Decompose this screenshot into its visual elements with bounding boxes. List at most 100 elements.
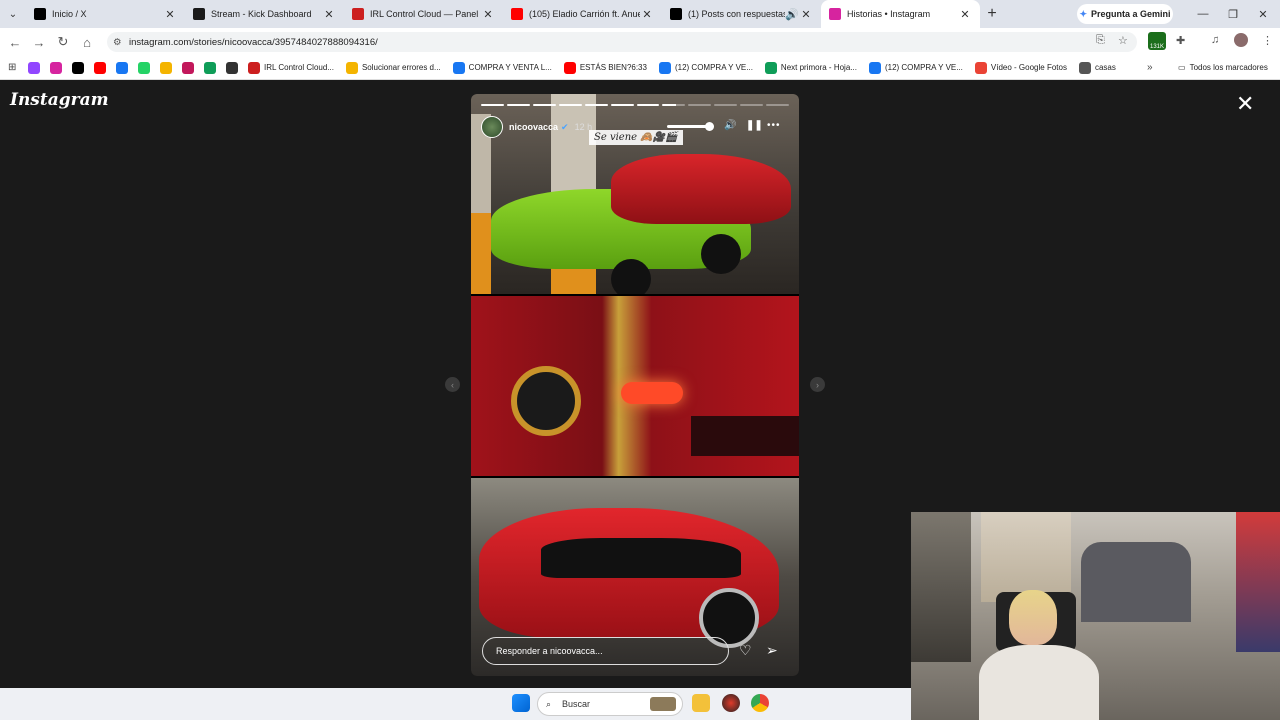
instagram-logo[interactable]: Instagram (10, 90, 109, 110)
bookmark-item[interactable] (110, 61, 132, 74)
story-card[interactable]: nicoovacca ✔ 12 h 🔊 ❚❚ ••• Se viene 🙈🎥🎬 … (471, 94, 799, 676)
close-tab-icon[interactable]: ✕ (640, 8, 654, 21)
reply-input[interactable]: Responder a nicoovacca... (482, 637, 729, 665)
profile-avatar[interactable] (1234, 33, 1248, 47)
browser-tab[interactable]: Stream - Kick Dashboard ✕ (185, 0, 344, 28)
bookmark-item[interactable] (198, 61, 220, 74)
gemini-label: Pregunta a Gemini (1091, 9, 1171, 19)
close-tab-icon[interactable]: ✕ (322, 8, 336, 21)
search-highlight-icon (650, 697, 676, 711)
restore-icon[interactable]: ❐ (1218, 0, 1248, 28)
install-app-icon[interactable]: ⎘ (1096, 34, 1105, 47)
bookmark-favicon-icon (94, 61, 106, 74)
bookmark-item[interactable] (132, 61, 154, 74)
browser-tab[interactable]: Historias • Instagram ✕ (821, 0, 980, 28)
story-author-avatar[interactable] (481, 116, 503, 138)
previous-story-icon[interactable]: ‹ (445, 377, 460, 392)
bookmark-favicon-icon (658, 61, 671, 74)
more-options-icon[interactable]: ••• (767, 120, 781, 131)
media-controls-icon[interactable]: ♫ (1211, 34, 1219, 46)
app-icon[interactable] (722, 694, 740, 712)
progress-segment (766, 104, 790, 106)
reload-icon[interactable]: ↻ (51, 34, 75, 50)
bookmark-item[interactable] (154, 61, 176, 74)
bookmark-item[interactable] (44, 61, 66, 74)
browser-tab[interactable]: (105) Eladio Carrión ft. Anuel A✕ (503, 0, 662, 28)
all-bookmarks-folder[interactable]: ▭ Todos los marcadores (1178, 63, 1268, 72)
close-story-icon[interactable]: ✕ (1236, 93, 1254, 115)
volume-slider[interactable] (667, 125, 707, 128)
site-info-icon[interactable]: ⚙ (113, 37, 122, 48)
story-progress-bar (481, 104, 790, 106)
browser-menu-icon[interactable]: ⋮ (1262, 34, 1273, 47)
tab-title: Historias • Instagram (847, 9, 931, 19)
tab-search-chevron-icon[interactable]: ⌄ (0, 0, 26, 28)
story-author-name[interactable]: nicoovacca (509, 122, 558, 132)
red-car (611, 154, 791, 224)
bookmark-item[interactable]: (12) COMPRA Y VE... (653, 61, 753, 74)
pause-icon[interactable]: ❚❚ (746, 120, 763, 131)
bookmark-favicon-icon (226, 61, 238, 74)
volume-slider-knob[interactable] (705, 122, 714, 131)
bookmark-item[interactable] (220, 61, 242, 74)
minimize-icon[interactable]: — (1188, 0, 1218, 28)
streamer-shirt (979, 645, 1099, 720)
file-explorer-icon[interactable] (692, 694, 710, 712)
taskbar-search[interactable]: ⌕ Buscar (537, 692, 683, 716)
tab-bar: ⌄ Inicio / X ✕ Stream - Kick Dashboard ✕ IRL… (0, 0, 1280, 28)
kick-icon (193, 8, 205, 20)
bookmark-item[interactable] (88, 61, 110, 74)
extensions-icon[interactable]: ✚ (1176, 34, 1185, 47)
bookmark-favicon-icon (452, 61, 465, 74)
tab-title: (105) Eladio Carrión ft. Anuel A (529, 9, 640, 19)
bookmark-item[interactable]: IRL Control Cloud... (242, 61, 334, 74)
gaming-chairs (1081, 542, 1191, 622)
url-field[interactable]: ⚙ instagram.com/stories/nicoovacca/39574… (107, 32, 1137, 52)
bookmark-item[interactable] (22, 61, 44, 74)
bookmark-item[interactable]: Next primora - Hoja... (759, 61, 857, 74)
next-story-icon[interactable]: › (810, 377, 825, 392)
bookmark-item[interactable]: casas (1073, 61, 1116, 74)
gemini-button[interactable]: ✦ Pregunta a Gemini (1077, 4, 1173, 24)
close-window-icon[interactable]: ✕ (1248, 0, 1278, 28)
progress-segment (636, 104, 660, 106)
forward-icon[interactable]: → (27, 35, 51, 50)
bookmark-favicon-icon (563, 61, 576, 74)
close-tab-icon[interactable]: ✕ (163, 8, 177, 21)
browser-tab[interactable]: Inicio / X ✕ (26, 0, 185, 28)
more-bookmarks-icon[interactable]: » (1147, 62, 1153, 73)
home-icon[interactable]: ⌂ (75, 35, 99, 50)
extension-badge[interactable]: 131K (1148, 32, 1166, 50)
car-diffuser (691, 416, 799, 456)
close-tab-icon[interactable]: ✕ (481, 8, 495, 21)
back-icon[interactable]: ← (3, 35, 27, 50)
chrome-icon[interactable] (751, 694, 769, 712)
bookmark-favicon-icon (345, 61, 358, 74)
bookmark-star-icon[interactable]: ☆ (1118, 34, 1128, 47)
volume-icon[interactable]: 🔊 (724, 120, 736, 131)
tab-audio-icon[interactable]: 🔊 (785, 8, 799, 21)
bookmark-item[interactable] (176, 61, 198, 74)
bookmark-item[interactable] (66, 61, 88, 74)
windows-start-icon[interactable] (512, 694, 530, 712)
close-tab-icon[interactable]: ✕ (799, 8, 813, 21)
bookmark-item[interactable]: COMPRA Y VENTA L... (447, 61, 552, 74)
browser-tab[interactable]: (1) Posts con respuestas de fran🔊✕ (662, 0, 821, 28)
browser-tab[interactable]: IRL Control Cloud — Panel de C✕ (344, 0, 503, 28)
story-image-panel-2 (471, 296, 799, 476)
vending-machine (1236, 512, 1280, 652)
verified-badge-icon: ✔ (561, 121, 569, 132)
bookmark-item[interactable]: Vídeo - Google Fotos (969, 61, 1067, 74)
share-send-icon[interactable]: ➢ (766, 642, 778, 659)
close-tab-icon[interactable]: ✕ (958, 8, 972, 21)
tab-title: Inicio / X (52, 9, 87, 19)
bookmark-item[interactable]: ESTÁS BIEN?6:33 (558, 61, 647, 74)
bookmark-item[interactable]: Solucionar errores d... (340, 61, 441, 74)
new-tab-button[interactable]: + (980, 5, 1004, 23)
apps-grid-icon[interactable]: ⊞ (8, 62, 22, 73)
like-heart-icon[interactable]: ♡ (739, 642, 752, 659)
search-icon: ⌕ (546, 698, 552, 709)
bookmark-item[interactable]: (12) COMPRA Y VE... (863, 61, 963, 74)
bookmark-favicon-icon (974, 61, 987, 74)
bookmark-favicon-icon (138, 61, 150, 74)
